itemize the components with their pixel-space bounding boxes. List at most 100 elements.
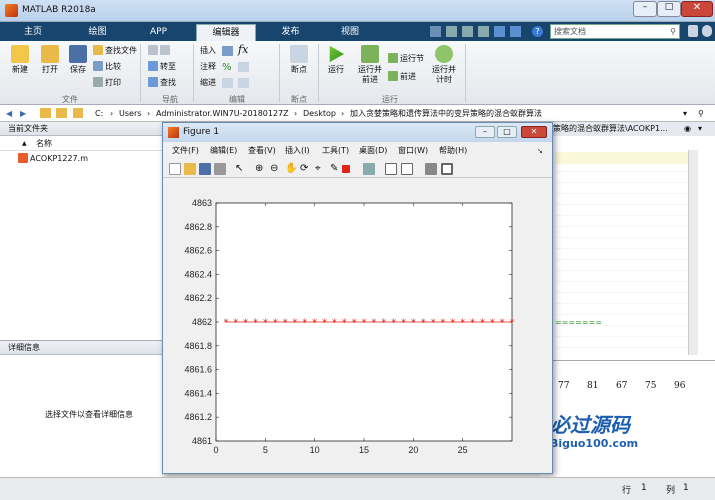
figure-close-button[interactable]: ✕ [521,126,547,138]
minimize-button[interactable]: – [633,1,657,17]
link-plot-icon[interactable] [363,163,375,175]
save-quick-icon[interactable] [430,26,441,37]
dock-icon[interactable]: ↘ [537,143,543,159]
editor-tab[interactable]: 策略的混合蚁群算法\ACOKP1... ◉ ▾ [541,122,715,136]
goto-button[interactable]: 转至 [148,61,176,73]
new-figure-icon[interactable] [169,163,181,175]
column-header[interactable]: ▲ 名称 [0,137,162,151]
figure-minimize-button[interactable]: – [475,126,495,138]
path-segment[interactable]: Desktop [303,105,336,122]
new-button[interactable]: 新建 [6,45,34,75]
value-cell: 75 [645,381,657,391]
path-segment[interactable]: Users [119,105,141,122]
insert-section-icon[interactable] [222,46,233,56]
run-section-icon [388,53,398,63]
print-button[interactable]: 打印 [93,77,121,89]
indent-button[interactable]: 缩进 [200,77,216,89]
user-icon[interactable] [702,25,712,37]
insert-button[interactable]: 插入 [200,45,216,57]
open-button[interactable]: 打开 [36,45,64,75]
browse-icon[interactable] [56,108,67,118]
redo-icon[interactable] [510,26,521,37]
legend-icon[interactable] [401,163,413,175]
figure-window[interactable]: Figure 1 – □ ✕ 文件(F) 编辑(E) 查看(V) 插入(I) 工… [162,122,553,474]
chevron-down-icon[interactable]: ▾ [698,122,702,136]
smart-indent-icon[interactable] [222,78,233,88]
tab-apps[interactable]: APP [136,24,181,41]
save-figure-icon[interactable] [199,163,211,175]
menu-help[interactable]: 帮助(H) [439,143,467,159]
comment-label: 注释 [200,62,216,71]
tab-publish[interactable]: 发布 [268,24,313,41]
find-button[interactable]: 查找 [148,77,176,89]
tab-plots[interactable]: 绘图 [70,24,125,41]
brush-color-icon[interactable] [342,165,350,173]
print-figure-icon[interactable] [214,163,226,175]
vertical-scrollbar[interactable] [688,150,698,355]
help-icon[interactable]: ? [532,26,543,37]
search-docs-input[interactable]: 搜索文档 ⚲ [550,24,680,39]
menu-desktop[interactable]: 桌面(D) [359,143,387,159]
data-cursor-icon[interactable]: ⌖ [315,163,327,175]
chevron-down-icon[interactable]: ▾ [683,105,687,122]
hide-tools-icon[interactable] [425,163,437,175]
paste-icon[interactable] [478,26,489,37]
pan-icon[interactable]: ✋ [285,163,297,175]
search-folder-icon[interactable]: ⚲ [698,105,704,122]
notification-icon[interactable] [688,25,698,37]
rotate-icon[interactable]: ⟳ [300,163,312,175]
tab-view[interactable]: 视图 [325,24,375,41]
up-folder-icon[interactable] [40,108,51,118]
pointer-icon[interactable]: ↖ [235,163,247,175]
editor-tab-label: 策略的混合蚁群算法\ACOKP1... [553,124,668,133]
comment-button[interactable]: 注释 [200,61,216,73]
figure-logo-icon [168,127,179,138]
close-button[interactable]: ✕ [681,1,713,17]
figure-titlebar[interactable]: Figure 1 – □ ✕ [163,123,552,142]
tab-editor[interactable]: 编辑器 [196,24,256,41]
maximize-button[interactable]: □ [657,1,681,17]
path-segment[interactable]: 加入贪婪策略和遗传算法中的变异策略的混合蚁群算法 [350,105,542,122]
menu-file[interactable]: 文件(F) [172,143,199,159]
path-segment[interactable]: Administrator.WIN7U-20180127Z [156,105,289,122]
forward-icon[interactable]: ▶ [20,105,26,122]
brush-icon[interactable]: ✎ [330,163,342,175]
figure-maximize-button[interactable]: □ [497,126,517,138]
run-button[interactable]: 运行 [322,45,350,75]
zoom-in-icon[interactable]: ⊕ [255,163,267,175]
comment-percent-icon[interactable]: % [222,62,232,73]
run-time-button[interactable]: 运行并 计时 [428,45,460,85]
zoom-out-icon[interactable]: ⊖ [270,163,282,175]
copy-icon[interactable] [462,26,473,37]
cut-icon[interactable] [446,26,457,37]
y-tick-label: 4861.6 [184,365,212,375]
indent-in-icon[interactable] [238,78,249,88]
show-tools-icon[interactable] [441,163,453,175]
colorbar-icon[interactable] [385,163,397,175]
compare-button[interactable]: 比较 [93,61,121,73]
list-item[interactable]: ACOKP1227.m [18,152,88,166]
tab-home[interactable]: 主页 [8,24,58,41]
run-advance-button[interactable]: 运行并 前进 [354,45,386,85]
nav-back-button[interactable] [148,45,172,57]
plot-axes[interactable]: 0 5 10 15 20 25 4861 4861.2 4861.4 4861.6 4861.8 48… [163,179,552,473]
menu-insert[interactable]: 插入(I) [285,143,310,159]
close-icon[interactable]: ◉ [684,122,691,136]
undo-icon[interactable] [494,26,505,37]
open-file-icon[interactable] [184,163,196,175]
path-segment[interactable]: C: [95,105,103,122]
save-button[interactable]: 保存 [64,45,92,75]
menu-edit[interactable]: 编辑(E) [210,143,237,159]
menu-window[interactable]: 窗口(W) [398,143,428,159]
advance-button[interactable]: 前进 [388,71,416,83]
y-tick-label: 4862.2 [184,293,212,303]
fx-icon[interactable]: fx [238,43,248,56]
address-bar[interactable]: ◀ ▶ C: › Users › Administrator.WIN7U-201… [0,105,715,122]
menu-view[interactable]: 查看(V) [248,143,276,159]
breakpoints-button[interactable]: 断点 [285,45,313,75]
back-icon[interactable]: ◀ [6,105,12,122]
find-files-button[interactable]: 查找文件 [93,45,137,57]
run-section-button[interactable]: 运行节 [388,53,424,65]
wrap-icon[interactable] [238,62,249,72]
menu-tools[interactable]: 工具(T) [322,143,349,159]
